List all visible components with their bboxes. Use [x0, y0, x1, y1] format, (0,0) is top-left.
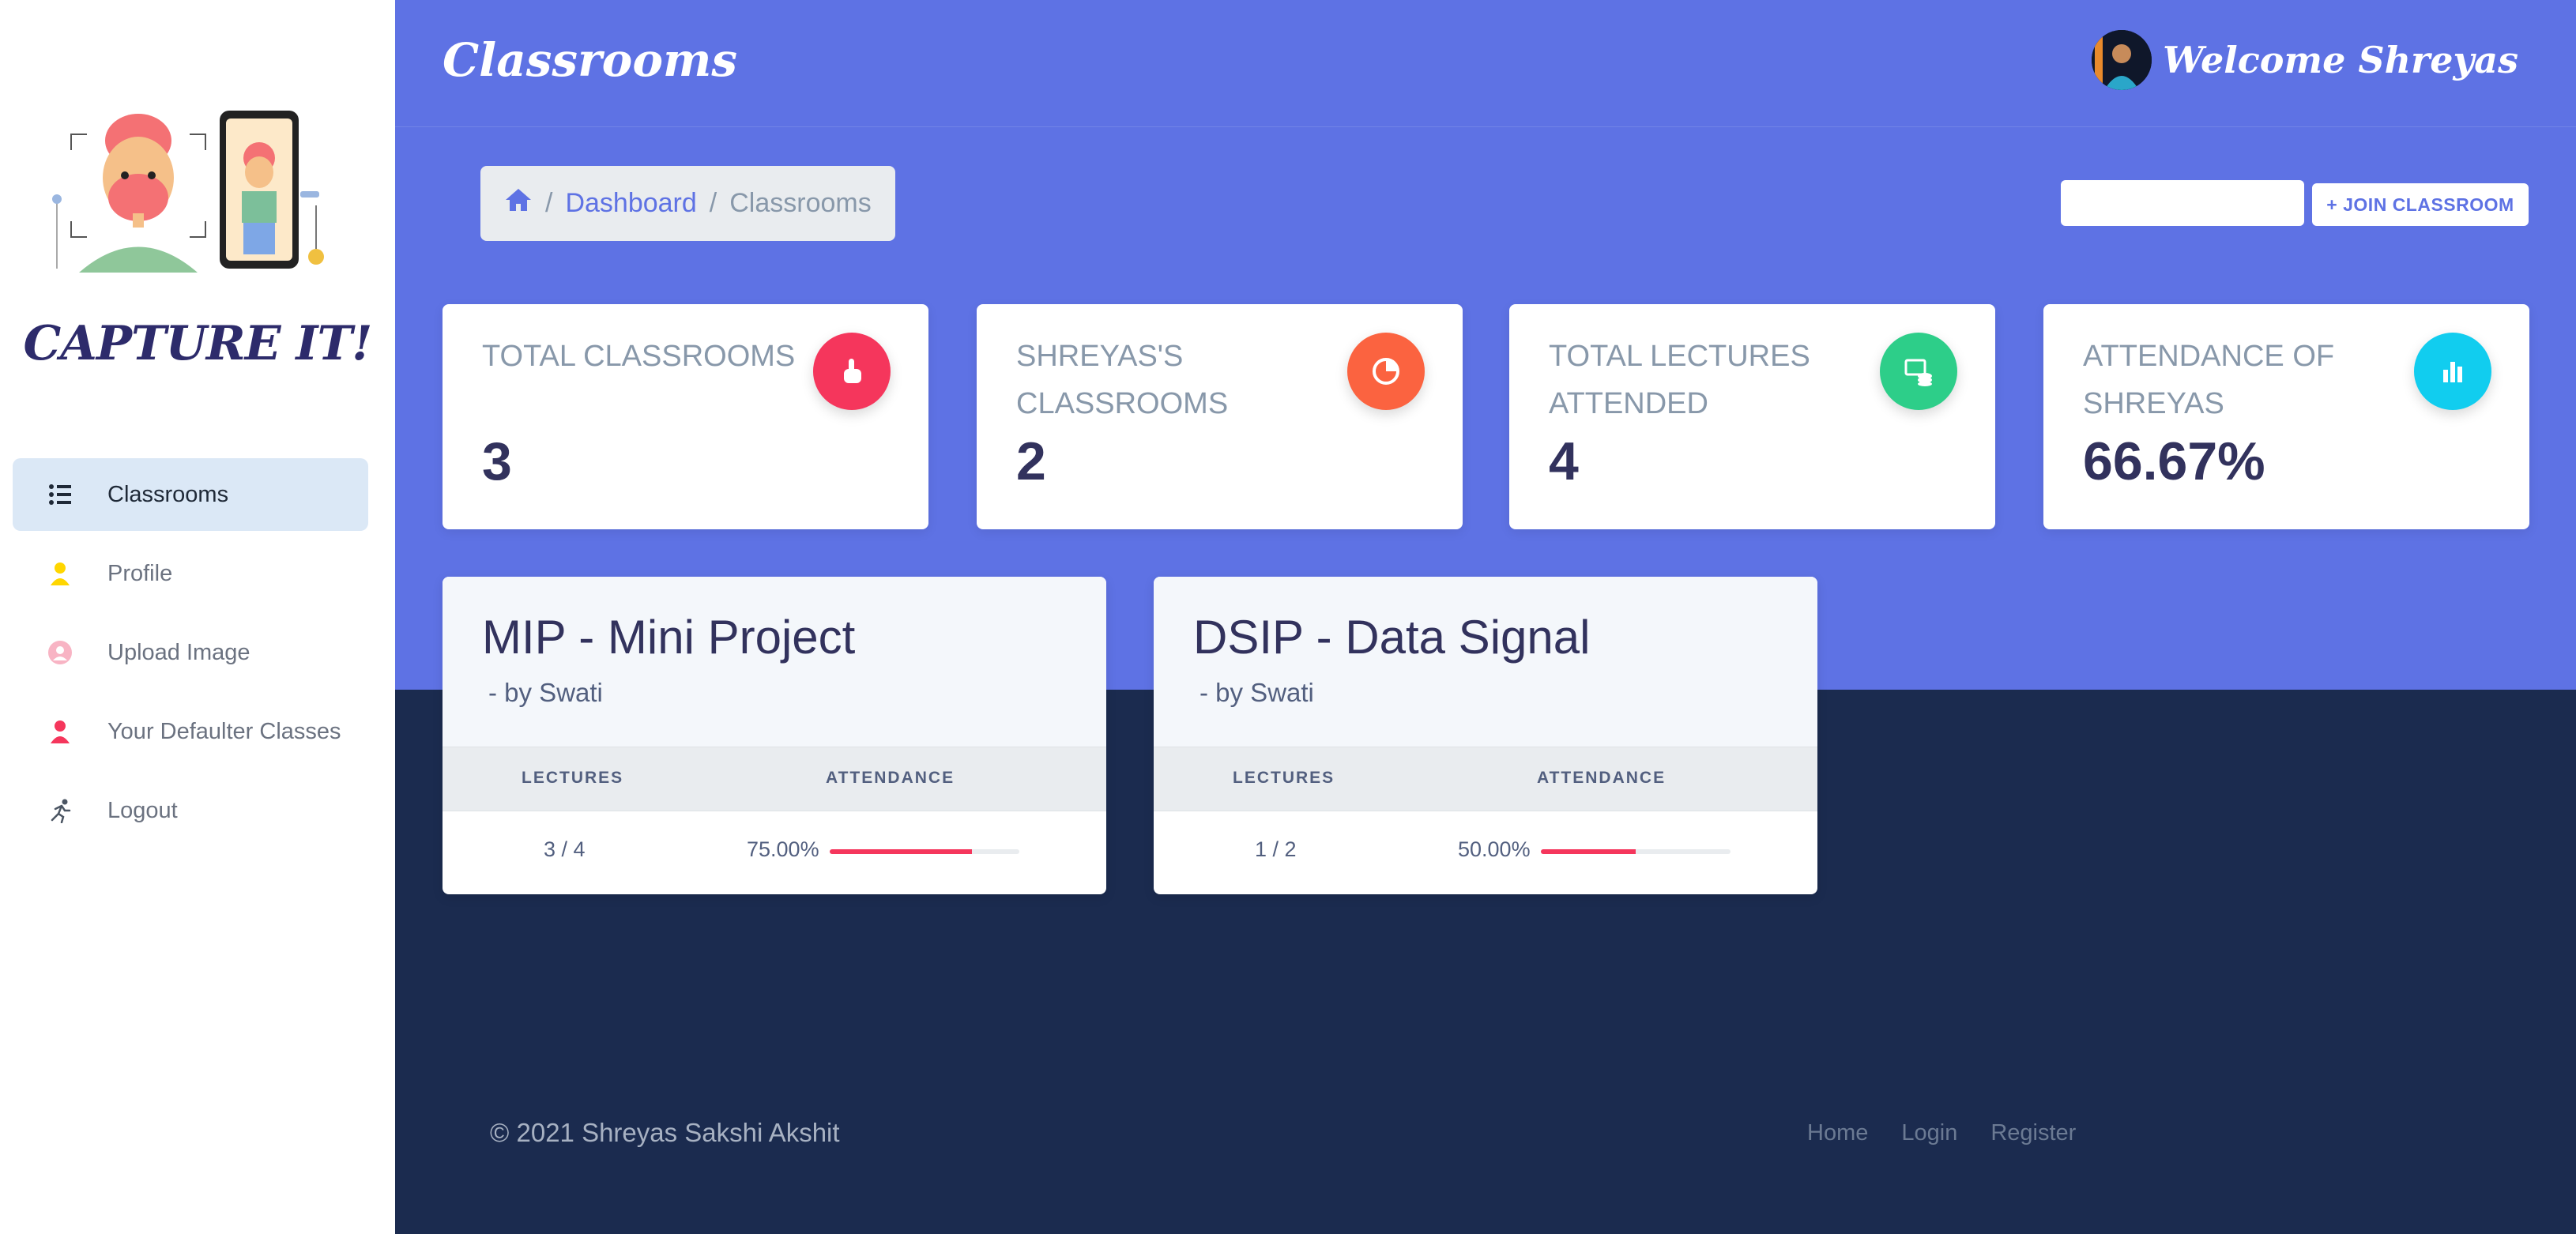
breadcrumb-separator: /: [545, 188, 553, 218]
stat-title: TOTAL CLASSROOMS: [482, 340, 796, 373]
join-classroom-button[interactable]: + JOIN CLASSROOM: [2312, 183, 2529, 226]
breadcrumb-separator: /: [709, 188, 717, 218]
stat-card-lectures-attended: TOTAL LECTURES ATTENDED 4: [1509, 304, 1995, 529]
classroom-card-dsip[interactable]: DSIP - Data Signal - by Swati LECTURES A…: [1154, 577, 1817, 894]
user-circle-icon: [13, 640, 107, 665]
column-header-lectures: LECTURES: [522, 769, 624, 787]
column-header-attendance: ATTENDANCE: [826, 769, 955, 787]
sidebar-item-defaulter-classes[interactable]: Your Defaulter Classes: [13, 695, 368, 768]
attendance-progress-bar: [830, 849, 1019, 854]
classroom-table-header: LECTURES ATTENDANCE: [443, 747, 1106, 811]
user-icon: [13, 720, 107, 743]
stat-title: ATTENDANCE OF SHREYAS: [2083, 340, 2335, 420]
classroom-teacher: - by Swati: [488, 678, 603, 707]
classroom-code-input[interactable]: [2061, 180, 2304, 226]
classroom-title[interactable]: MIP - Mini Project: [482, 610, 855, 664]
footer-links: Home Login Register: [1807, 1120, 2109, 1146]
avatar[interactable]: [2092, 30, 2152, 90]
stat-value: 3: [482, 431, 512, 491]
sidebar-item-upload-image[interactable]: Upload Image: [13, 616, 368, 689]
classroom-title[interactable]: DSIP - Data Signal: [1193, 610, 1590, 664]
sidebar-item-logout[interactable]: Logout: [13, 774, 368, 847]
column-header-attendance: ATTENDANCE: [1537, 769, 1666, 787]
classroom-card-header: MIP - Mini Project - by Swati: [443, 577, 1106, 747]
stat-title: TOTAL LECTURES ATTENDED: [1549, 340, 1810, 420]
attendance-value: 50.00%: [1458, 837, 1531, 861]
breadcrumb-current: Classrooms: [729, 188, 872, 218]
running-icon: [13, 798, 107, 823]
user-icon: [13, 562, 107, 585]
lectures-value: 3 / 4: [544, 837, 586, 861]
stat-card-user-classrooms: SHREYAS'S CLASSROOMS 2: [977, 304, 1463, 529]
stat-card-attendance: ATTENDANCE OF SHREYAS 66.67%: [2043, 304, 2529, 529]
face-capture-illustration: [47, 103, 340, 273]
attendance-progress-fill: [830, 849, 972, 854]
money-coins-icon: [1880, 333, 1957, 410]
sidebar-item-label: Your Defaulter Classes: [107, 718, 341, 744]
classroom-card-mip[interactable]: MIP - Mini Project - by Swati LECTURES A…: [443, 577, 1106, 894]
page-title: Classrooms: [443, 33, 738, 87]
home-icon[interactable]: [504, 187, 533, 220]
footer-copyright: © 2021 Shreyas Sakshi Akshit: [490, 1118, 840, 1147]
sidebar-item-label: Profile: [107, 560, 173, 586]
footer-link-home[interactable]: Home: [1807, 1120, 1868, 1146]
sidebar-item-label: Classrooms: [107, 481, 229, 507]
pie-chart-icon: [1347, 333, 1425, 410]
list-icon: [13, 483, 107, 506]
attendance-value: 75.00%: [747, 837, 819, 861]
column-header-lectures: LECTURES: [1233, 769, 1335, 787]
brand-logo-text: CAPTURE IT!: [23, 316, 373, 371]
sidebar: CAPTURE IT! Classrooms Profile Upload Im…: [0, 0, 395, 1234]
stat-value: 2: [1016, 431, 1046, 491]
user-menu[interactable]: Welcome Shreyas: [2092, 30, 2518, 90]
bar-chart-icon: [2414, 333, 2491, 410]
stat-card-total-classrooms: TOTAL CLASSROOMS 3: [443, 304, 928, 529]
footer-link-login[interactable]: Login: [1901, 1120, 1957, 1146]
sidebar-item-label: Logout: [107, 797, 178, 823]
classroom-card-header: DSIP - Data Signal - by Swati: [1154, 577, 1817, 747]
stat-value: 4: [1549, 431, 1579, 491]
classroom-table-header: LECTURES ATTENDANCE: [1154, 747, 1817, 811]
sidebar-item-classrooms[interactable]: Classrooms: [13, 458, 368, 531]
attendance-progress-fill: [1541, 849, 1636, 854]
welcome-text: Welcome Shreyas: [2163, 39, 2518, 81]
footer-link-register[interactable]: Register: [1990, 1120, 2076, 1146]
breadcrumb: / Dashboard / Classrooms: [480, 166, 895, 241]
classroom-teacher: - by Swati: [1199, 678, 1314, 707]
sidebar-item-label: Upload Image: [107, 639, 250, 665]
breadcrumb-dashboard-link[interactable]: Dashboard: [565, 188, 696, 219]
attendance-progress-bar: [1541, 849, 1731, 854]
hand-pointer-icon: [813, 333, 891, 410]
stat-title: SHREYAS'S CLASSROOMS: [1016, 340, 1229, 420]
sidebar-nav: Classrooms Profile Upload Image Your Def…: [13, 458, 368, 853]
lectures-value: 1 / 2: [1255, 837, 1297, 861]
stat-value: 66.67%: [2083, 431, 2265, 491]
sidebar-item-profile[interactable]: Profile: [13, 537, 368, 610]
